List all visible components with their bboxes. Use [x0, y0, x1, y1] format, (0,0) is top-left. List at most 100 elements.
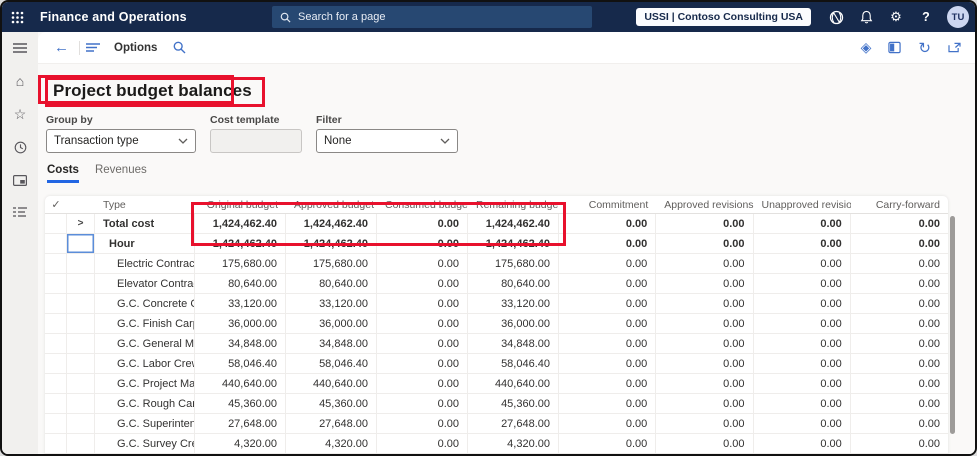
- row-expand-cell[interactable]: [67, 414, 95, 433]
- row-value-cell[interactable]: 0.00: [851, 434, 948, 453]
- column-header-original-budget[interactable]: Original budget: [195, 199, 286, 211]
- table-row[interactable]: G.C. General Mana...34,848.0034,848.000.…: [45, 334, 948, 354]
- expand-menu-icon[interactable]: [11, 40, 29, 56]
- row-value-cell[interactable]: 0.00: [559, 414, 657, 433]
- row-value-cell[interactable]: 0.00: [754, 394, 851, 413]
- open-in-new-window-icon[interactable]: [948, 42, 961, 53]
- row-value-cell[interactable]: 27,648.00: [468, 414, 559, 433]
- filter-select[interactable]: None: [316, 129, 458, 153]
- row-value-cell[interactable]: 27,648.00: [195, 414, 286, 433]
- vertical-scrollbar[interactable]: [950, 216, 955, 434]
- table-row[interactable]: G.C. Project Mana...440,640.00440,640.00…: [45, 374, 948, 394]
- row-select-cell[interactable]: [45, 294, 67, 313]
- row-select-cell[interactable]: [45, 274, 67, 293]
- row-value-cell[interactable]: 0.00: [377, 234, 468, 253]
- row-value-cell[interactable]: 0.00: [754, 234, 851, 253]
- row-value-cell[interactable]: 0.00: [754, 414, 851, 433]
- row-type-cell[interactable]: Hour: [95, 234, 195, 253]
- row-value-cell[interactable]: 0.00: [377, 274, 468, 293]
- row-value-cell[interactable]: 0.00: [656, 294, 754, 313]
- row-value-cell[interactable]: 440,640.00: [195, 374, 286, 393]
- row-value-cell[interactable]: 33,120.00: [286, 294, 377, 313]
- menu-lines-icon[interactable]: [86, 43, 100, 52]
- row-value-cell[interactable]: 0.00: [377, 374, 468, 393]
- page-search-box[interactable]: Search for a page: [272, 6, 592, 28]
- row-value-cell[interactable]: 0.00: [851, 294, 948, 313]
- row-value-cell[interactable]: 0.00: [851, 314, 948, 333]
- row-value-cell[interactable]: 0.00: [754, 214, 851, 233]
- row-select-cell[interactable]: [45, 234, 67, 253]
- row-select-cell[interactable]: [45, 254, 67, 273]
- row-value-cell[interactable]: 0.00: [559, 234, 657, 253]
- options-tab[interactable]: Options: [114, 42, 157, 54]
- app-title[interactable]: Finance and Operations: [40, 10, 187, 24]
- refresh-icon[interactable]: ↻: [918, 39, 931, 57]
- table-row[interactable]: G.C. Survey Crew4,320.004,320.000.004,32…: [45, 434, 948, 454]
- copilot-icon[interactable]: [821, 2, 851, 32]
- row-value-cell[interactable]: 0.00: [377, 254, 468, 273]
- row-value-cell[interactable]: 1,424,462.40: [468, 214, 559, 233]
- row-expand-cell[interactable]: [67, 434, 95, 453]
- row-expand-cell[interactable]: [67, 274, 95, 293]
- row-type-cell[interactable]: Electric Contractor...: [95, 254, 195, 273]
- row-select-cell[interactable]: [45, 214, 67, 233]
- row-type-cell[interactable]: Elevator Contracto...: [95, 274, 195, 293]
- table-row[interactable]: G.C. Labor Crew 58,046.40 58,046.40 0.00 58,…: [45, 354, 948, 374]
- row-value-cell[interactable]: 440,640.00: [468, 374, 559, 393]
- select-all-check-icon[interactable]: ✓: [45, 198, 67, 211]
- row-value-cell[interactable]: 0.00: [851, 234, 948, 253]
- user-avatar[interactable]: TU: [947, 6, 969, 28]
- row-value-cell[interactable]: 0.00: [851, 214, 948, 233]
- favorites-star-icon[interactable]: ☆: [11, 106, 29, 122]
- row-value-cell[interactable]: 175,680.00: [468, 254, 559, 273]
- column-header-commitment[interactable]: Commitment: [559, 199, 656, 211]
- row-value-cell[interactable]: 0.00: [851, 334, 948, 353]
- row-value-cell[interactable]: 1,424,462.40: [286, 214, 377, 233]
- table-row[interactable]: G.C. Concrete Crew33,120.0033,120.000.00…: [45, 294, 948, 314]
- notifications-bell-icon[interactable]: [851, 2, 881, 32]
- column-header-consumed-budget[interactable]: Consumed budget: [377, 199, 468, 211]
- row-value-cell[interactable]: 45,360.00: [286, 394, 377, 413]
- row-expand-cell[interactable]: [67, 254, 95, 273]
- row-value-cell[interactable]: 45,360.00: [195, 394, 286, 413]
- row-value-cell[interactable]: 0.00: [754, 334, 851, 353]
- row-value-cell[interactable]: 0.00: [851, 254, 948, 273]
- table-row[interactable]: Elevator Contracto...80,640.0080,640.000…: [45, 274, 948, 294]
- row-select-cell[interactable]: [45, 334, 67, 353]
- environment-badge[interactable]: USSI | Contoso Consulting USA: [636, 8, 811, 26]
- row-value-cell[interactable]: 0.00: [656, 434, 754, 453]
- row-value-cell[interactable]: 1,424,462.40: [195, 214, 286, 233]
- row-value-cell[interactable]: 4,320.00: [286, 434, 377, 453]
- row-select-cell[interactable]: [45, 434, 67, 453]
- side-pane-book-icon[interactable]: [888, 41, 902, 54]
- help-icon[interactable]: ?: [911, 2, 941, 32]
- row-value-cell[interactable]: 0.00: [559, 394, 657, 413]
- row-value-cell[interactable]: 1,424,462.40: [286, 234, 377, 253]
- row-value-cell[interactable]: 45,360.00: [468, 394, 559, 413]
- row-value-cell[interactable]: 0.00: [559, 354, 657, 373]
- row-value-cell[interactable]: 0.00: [754, 354, 851, 373]
- row-value-cell[interactable]: 0.00: [377, 394, 468, 413]
- row-type-cell[interactable]: Total cost: [95, 214, 195, 233]
- row-value-cell[interactable]: 1,424,462.40: [195, 234, 286, 253]
- table-row[interactable]: > Total cost 1,424,462.40 1,424,462.40 0.00 1…: [45, 214, 948, 234]
- row-value-cell[interactable]: 58,046.40: [468, 354, 559, 373]
- row-value-cell[interactable]: 0.00: [754, 374, 851, 393]
- row-expand-cell[interactable]: [67, 294, 95, 313]
- row-value-cell[interactable]: 0.00: [851, 354, 948, 373]
- row-value-cell[interactable]: 36,000.00: [468, 314, 559, 333]
- row-value-cell[interactable]: 0.00: [377, 314, 468, 333]
- table-row[interactable]: Hour 1,424,462.40 1,424,462.40 0.00 1,424,46…: [45, 234, 948, 254]
- row-type-cell[interactable]: G.C. General Mana...: [95, 334, 195, 353]
- back-arrow-icon[interactable]: ←: [50, 39, 73, 56]
- row-type-cell[interactable]: G.C. Labor Crew: [95, 354, 195, 373]
- row-select-cell[interactable]: [45, 374, 67, 393]
- row-value-cell[interactable]: 0.00: [377, 354, 468, 373]
- row-expand-cell[interactable]: [67, 334, 95, 353]
- column-header-type[interactable]: Type: [95, 199, 195, 211]
- row-value-cell[interactable]: 0.00: [754, 434, 851, 453]
- row-expand-cell[interactable]: [67, 354, 95, 373]
- row-value-cell[interactable]: 34,848.00: [286, 334, 377, 353]
- row-value-cell[interactable]: 4,320.00: [468, 434, 559, 453]
- row-value-cell[interactable]: 0.00: [851, 274, 948, 293]
